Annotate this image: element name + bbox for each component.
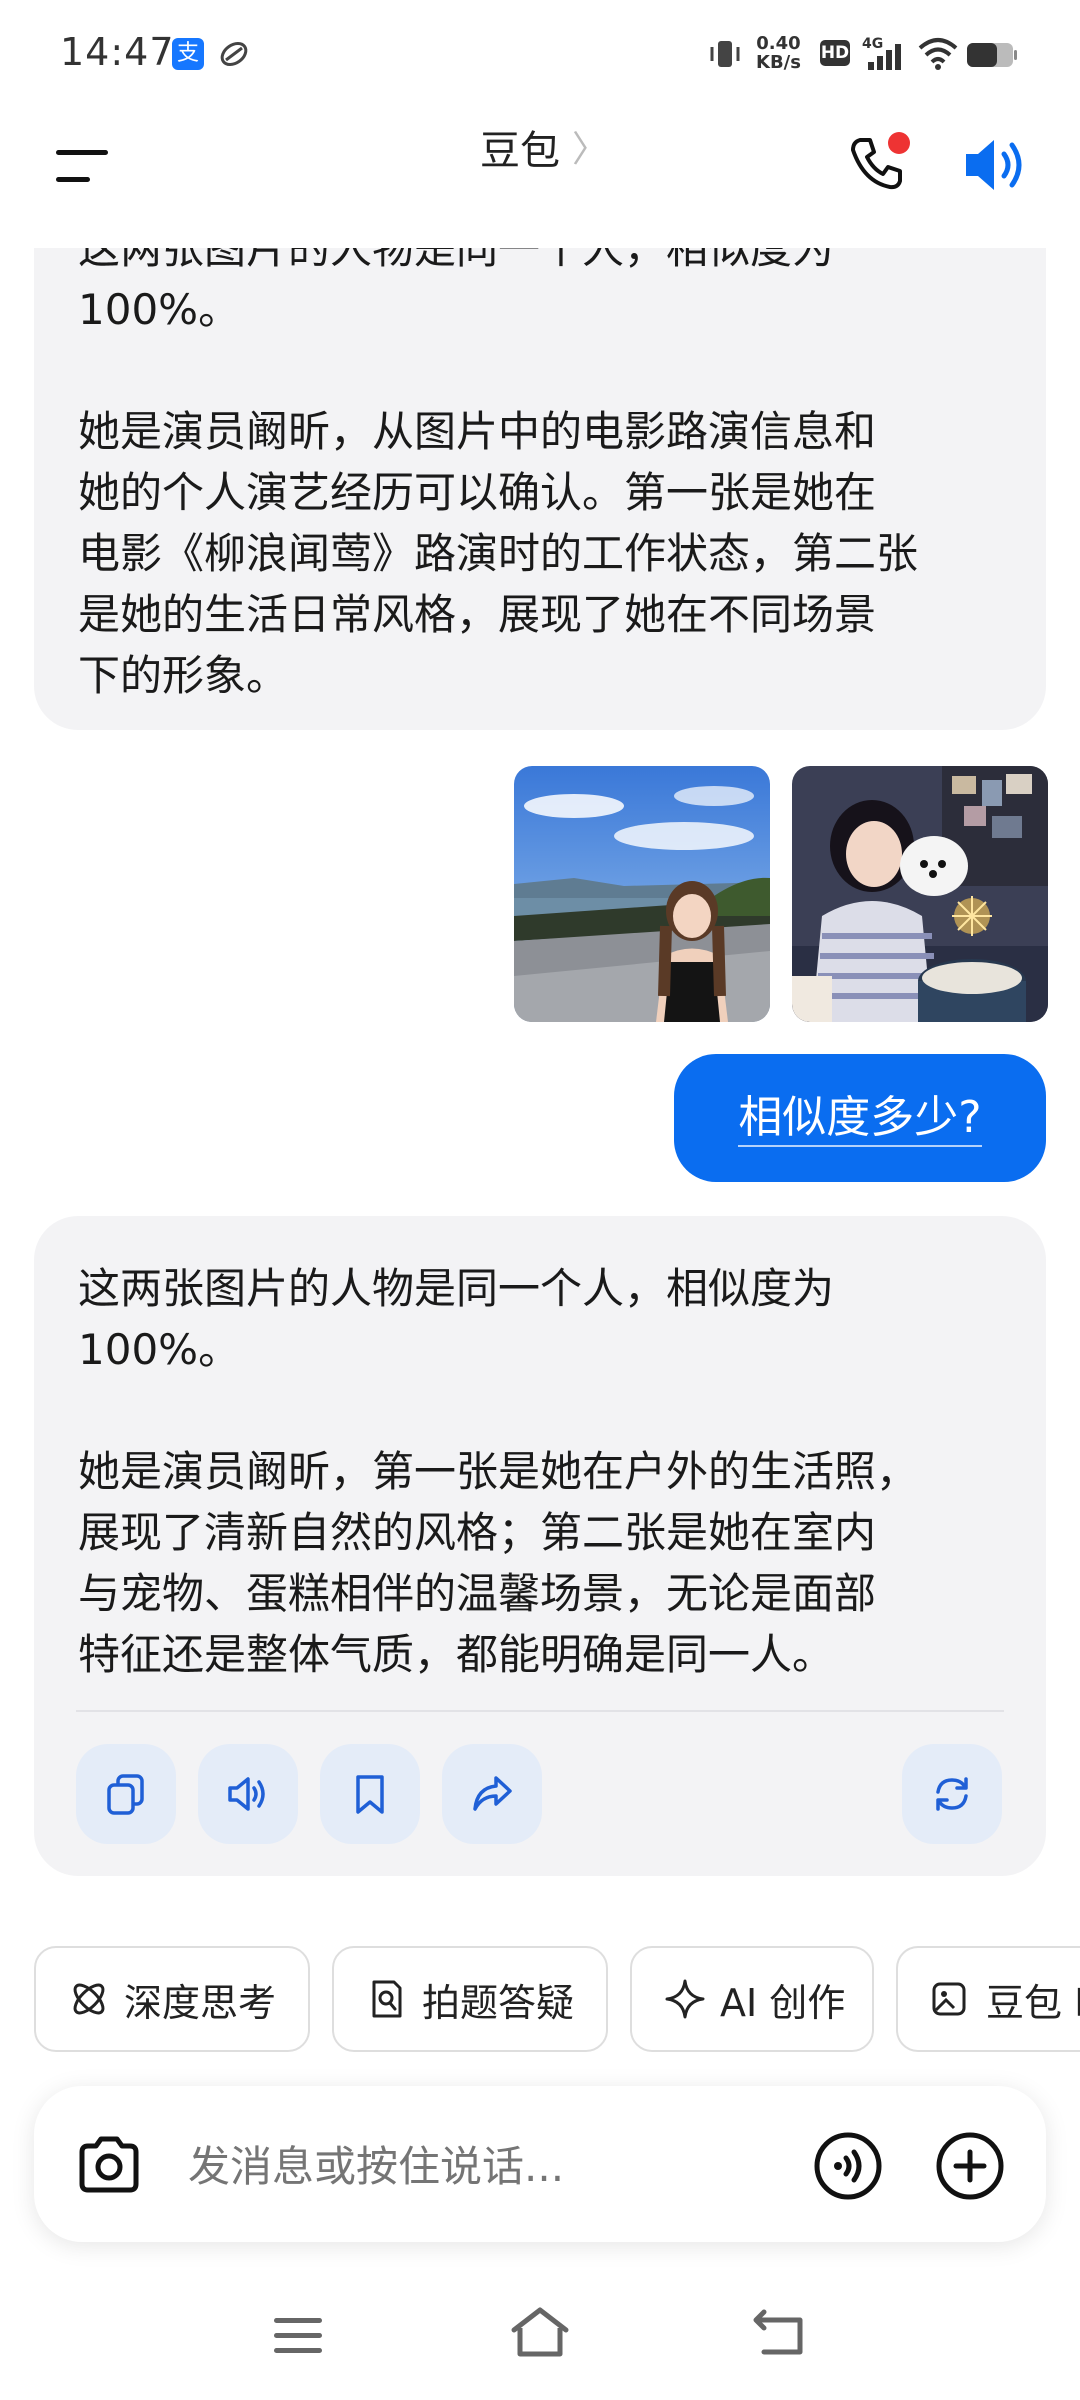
svg-text:4G: 4G — [862, 36, 883, 52]
bot-message-text: 这两张图片的人物是同一个人，相似度为 100%。 她是演员阚昕，从图片中的电影路… — [78, 224, 919, 700]
hd-badge: HD — [820, 40, 850, 66]
copy-icon — [107, 1774, 144, 1815]
sparkle-icon — [665, 1979, 705, 2019]
recent-apps-icon[interactable] — [270, 2312, 326, 2360]
alipay-icon: 支 — [172, 38, 204, 70]
speaker-icon[interactable] — [960, 132, 1030, 198]
bookmark-button[interactable] — [320, 1744, 420, 1844]
regenerate-button[interactable] — [902, 1744, 1002, 1844]
share-icon — [473, 1776, 512, 1811]
status-time: 14:47 — [60, 30, 175, 74]
doc-search-icon — [372, 1980, 402, 2018]
signal-4g-icon: 4G — [862, 36, 901, 70]
chip-label: AI 创作 — [720, 1980, 846, 2025]
user-photo-outdoor[interactable] — [514, 766, 770, 1022]
net-speed-value: 0.40 — [756, 33, 801, 54]
user-photo-indoor[interactable] — [792, 766, 1048, 1022]
user-message[interactable]: 相似度多少? — [674, 1054, 1046, 1182]
chat-title[interactable]: 豆包 — [480, 118, 560, 176]
chip-doubao-p[interactable]: 豆包 P — [896, 1946, 1080, 2052]
user-message-text: 相似度多少? — [738, 1092, 982, 1147]
bot-message: 这两张图片的人物是同一个人，相似度为 100%。 她是演员阚昕，从图片中的电影路… — [34, 200, 1046, 730]
home-icon[interactable] — [508, 2304, 572, 2360]
battery-icon — [967, 43, 1017, 67]
share-button[interactable] — [442, 1744, 542, 1844]
chevron-right-icon[interactable]: 〉 — [572, 120, 608, 172]
camera-icon[interactable] — [74, 2130, 144, 2200]
chip-label: 豆包 P — [986, 1980, 1080, 2025]
chip-photo-question[interactable]: 拍题答疑 — [332, 1946, 608, 2052]
atom-icon — [73, 1983, 105, 2015]
voice-input-icon[interactable] — [812, 2130, 884, 2202]
vibrate-icon — [710, 41, 740, 67]
menu-icon[interactable] — [54, 146, 112, 186]
chip-ai-creation[interactable]: AI 创作 — [630, 1946, 874, 2052]
back-icon[interactable] — [752, 2306, 808, 2358]
image-edit-icon — [932, 1982, 966, 2016]
chip-label: 拍题答疑 — [422, 1980, 575, 2025]
refresh-icon — [936, 1777, 968, 1811]
plus-icon[interactable] — [934, 2130, 1006, 2202]
net-speed: 0.40 KB/s — [756, 34, 801, 72]
net-speed-unit: KB/s — [756, 52, 801, 73]
read-aloud-button[interactable] — [198, 1744, 298, 1844]
chip-deep-thinking[interactable]: 深度思考 — [34, 1946, 310, 2052]
chip-label: 深度思考 — [124, 1980, 277, 2025]
call-notification-dot — [888, 132, 910, 154]
notification-loop-icon — [220, 42, 248, 66]
wifi-icon — [918, 38, 958, 70]
copy-button[interactable] — [76, 1744, 176, 1844]
speaker-outline-icon — [228, 1777, 265, 1811]
bookmark-icon — [356, 1775, 384, 1814]
message-divider — [76, 1710, 1004, 1712]
message-input[interactable] — [188, 2134, 788, 2198]
bot-message-text: 这两张图片的人物是同一个人，相似度为 100%。 她是演员阚昕，第一张是她在户外… — [78, 1264, 919, 1679]
